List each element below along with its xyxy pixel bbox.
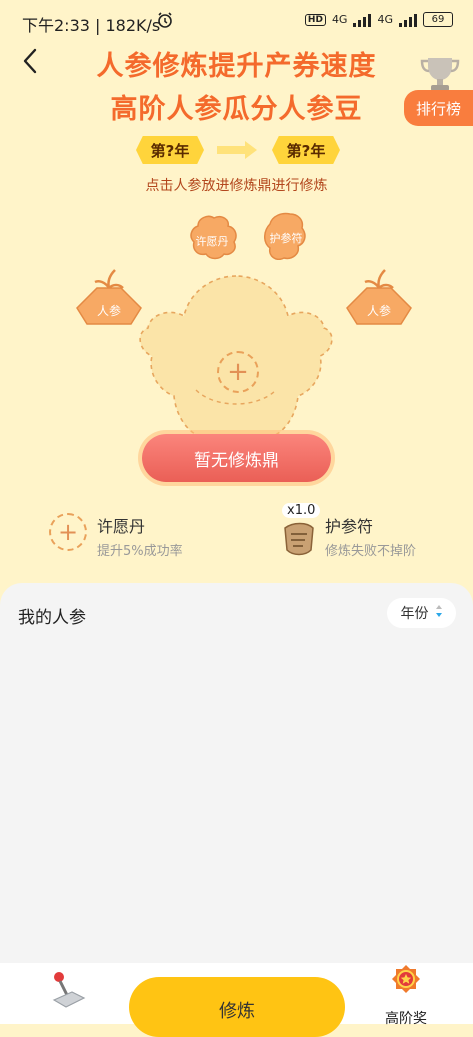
train-button[interactable]: 修炼: [129, 977, 345, 1037]
right-ginseng-label: 人参: [366, 304, 391, 318]
amulet-slot[interactable]: 护参符: [264, 210, 308, 260]
sort-arrows-icon: [435, 604, 443, 622]
instruction-text: 点击人参放进修炼鼎进行修炼: [145, 178, 328, 194]
signal-icon-2: [399, 13, 417, 27]
amulet-title: 护参符: [325, 517, 374, 536]
leaderboard-button[interactable]: 排行榜: [404, 90, 473, 126]
headline-line-2: 高阶人参瓜分人参豆: [110, 94, 363, 125]
left-ginseng-slot[interactable]: 人参: [73, 268, 145, 330]
current-year-badge: 第?年: [136, 136, 204, 164]
high-tier-reward-label[interactable]: 高阶奖: [380, 1008, 432, 1028]
add-to-cauldron-button[interactable]: +: [217, 351, 259, 393]
battery-icon: 69: [423, 12, 453, 27]
wish-pill-slot[interactable]: 许愿丹: [186, 212, 238, 260]
right-ginseng-slot[interactable]: 人参: [343, 268, 415, 330]
amulet-desc: 修炼失败不掉阶: [325, 544, 417, 559]
cauldron-status-button[interactable]: 暂无修炼鼎: [142, 434, 331, 482]
headline-line-1: 人参修炼提升产券速度: [96, 51, 377, 82]
joystick-icon[interactable]: [50, 970, 86, 1014]
add-wish-pill-button[interactable]: +: [49, 513, 87, 551]
amulet-count: x1.0: [282, 503, 321, 518]
arrow-right-icon: [215, 140, 259, 164]
sort-by-year-button[interactable]: 年份: [387, 598, 456, 628]
sort-label: 年份: [400, 606, 429, 622]
amulet-label: 护参符: [269, 232, 303, 245]
target-year-badge: 第?年: [272, 136, 340, 164]
amulet-icon[interactable]: [279, 518, 319, 562]
my-ginseng-panel: [0, 583, 473, 963]
status-icons: HD 4G 4G 69: [304, 12, 453, 27]
alarm-icon: [156, 11, 174, 33]
award-medal-icon[interactable]: [389, 963, 423, 1005]
my-ginseng-title: 我的人参: [18, 608, 86, 628]
status-bar: 下午2:33 | 182K/s HD 4G 4G 69: [0, 0, 473, 44]
wish-pill-title: 许愿丹: [97, 517, 146, 536]
wish-pill-label: 许愿丹: [195, 235, 229, 248]
network-label-2: 4G: [377, 13, 393, 26]
hd-badge: HD: [304, 13, 326, 26]
network-label-1: 4G: [331, 13, 348, 26]
signal-icon-1: [353, 13, 372, 27]
wish-pill-desc: 提升5%成功率: [97, 544, 183, 559]
status-time-speed: 下午2:33 | 182K/s: [22, 16, 161, 35]
left-ginseng-label: 人参: [96, 304, 121, 318]
